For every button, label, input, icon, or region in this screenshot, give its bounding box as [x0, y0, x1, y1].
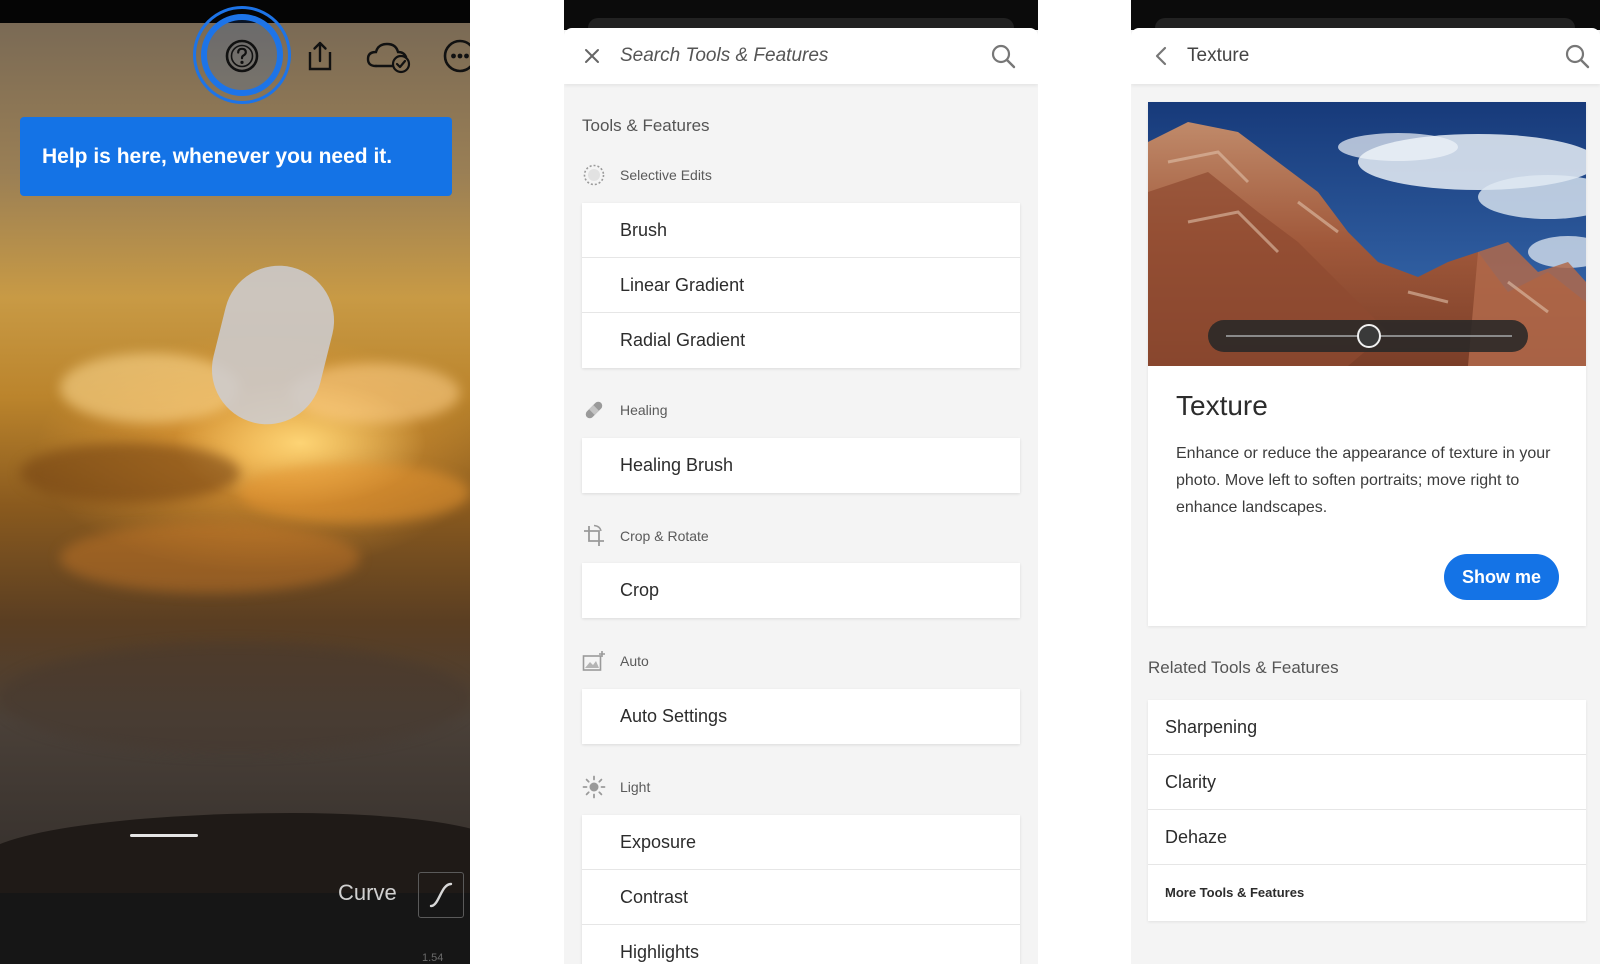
category-label: Light	[620, 779, 651, 795]
list-item-contrast[interactable]: Contrast	[582, 870, 1020, 925]
auto-image-icon	[582, 649, 606, 673]
curve-label[interactable]: Curve	[338, 880, 397, 906]
photo-cloud	[20, 443, 240, 503]
home-indicator	[130, 834, 198, 837]
search-tools-panel: Search Tools & Features Tools & Features…	[564, 0, 1038, 964]
list-group-auto: Auto Settings	[582, 689, 1020, 744]
sun-icon	[582, 775, 606, 799]
more-icon[interactable]	[442, 38, 470, 74]
texture-detail-panel: Texture Texture Enhance or reduce the ap…	[1131, 0, 1600, 964]
category-label: Crop & Rotate	[620, 528, 709, 544]
list-item-auto-settings[interactable]: Auto Settings	[582, 689, 1020, 744]
back-chevron-icon[interactable]	[1151, 45, 1173, 67]
related-item-clarity[interactable]: Clarity	[1148, 755, 1586, 810]
status-bar	[564, 0, 1038, 38]
selective-edits-icon	[582, 163, 606, 187]
list-group-selective-edits: Brush Linear Gradient Radial Gradient	[582, 203, 1020, 368]
category-label: Auto	[620, 653, 649, 669]
photo-cloud	[0, 643, 470, 753]
search-icon[interactable]	[1564, 43, 1590, 69]
feature-card: Texture Enhance or reduce the appearance…	[1148, 102, 1586, 626]
list-item-exposure[interactable]: Exposure	[582, 815, 1020, 870]
texture-slider-thumb[interactable]	[1357, 324, 1381, 348]
list-item-highlights[interactable]: Highlights	[582, 925, 1020, 964]
search-bar[interactable]: Search Tools & Features	[564, 28, 1038, 84]
list-item-linear-gradient[interactable]: Linear Gradient	[582, 258, 1020, 313]
bottom-partial-text: 1.54	[422, 952, 444, 964]
share-icon[interactable]	[302, 38, 338, 74]
list-item-crop[interactable]: Crop	[582, 563, 1020, 618]
feature-heading: Texture	[1176, 390, 1268, 421]
list-group-light: Exposure Contrast Highlights	[582, 815, 1020, 964]
related-title: Related Tools & Features	[1148, 658, 1339, 677]
crop-rotate-icon	[582, 524, 606, 548]
feature-description: Enhance or reduce the appearance of text…	[1176, 445, 1551, 516]
list-item-brush[interactable]: Brush	[582, 203, 1020, 258]
help-icon[interactable]	[224, 38, 260, 74]
related-item-dehaze[interactable]: Dehaze	[1148, 810, 1586, 865]
cloud-synced-icon[interactable]	[366, 38, 412, 74]
search-input[interactable]: Search Tools & Features	[620, 45, 828, 67]
photo-hill	[0, 813, 470, 893]
category-label: Selective Edits	[620, 167, 712, 183]
status-bar	[1131, 0, 1600, 38]
section-title: Tools & Features	[582, 116, 710, 135]
list-item-radial-gradient[interactable]: Radial Gradient	[582, 313, 1020, 368]
header-title: Texture	[1187, 45, 1250, 66]
detail-header: Texture	[1131, 28, 1600, 84]
photo-cloud	[240, 463, 470, 523]
list-item-healing-brush[interactable]: Healing Brush	[582, 438, 1020, 493]
related-item-sharpening[interactable]: Sharpening	[1148, 700, 1586, 755]
show-me-button[interactable]: Show me	[1444, 554, 1559, 600]
list-group-crop-rotate: Crop	[582, 563, 1020, 618]
related-list: Sharpening Clarity Dehaze More Tools & F…	[1148, 700, 1586, 921]
list-group-healing: Healing Brush	[582, 438, 1020, 493]
curve-icon	[429, 882, 453, 908]
help-tooltip[interactable]: Help is here, whenever you need it.	[20, 117, 452, 196]
photo-editor-panel: Help is here, whenever you need it. Curv…	[0, 0, 470, 964]
curve-button[interactable]	[418, 872, 464, 918]
search-icon[interactable]	[990, 43, 1016, 69]
healing-bandage-icon	[582, 398, 606, 422]
more-tools-link[interactable]: More Tools & Features	[1148, 865, 1586, 921]
close-icon[interactable]	[582, 46, 602, 66]
photo-cloud	[60, 523, 360, 593]
category-label: Healing	[620, 402, 668, 418]
